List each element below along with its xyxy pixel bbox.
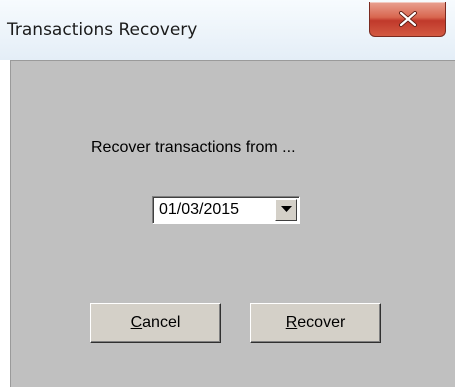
chevron-down-icon [281,206,292,212]
cancel-button-label: ancel [142,314,181,331]
cancel-button-mnemonic: C [130,314,143,331]
recover-button[interactable]: Recover [250,303,381,343]
title-bar[interactable]: Transactions Recovery [0,0,455,60]
recover-date-combobox[interactable]: 01/03/2015 [152,196,300,224]
close-button[interactable] [369,2,446,37]
close-icon [399,11,417,27]
recover-date-value: 01/03/2015 [159,201,240,218]
cancel-button[interactable]: Cancel [90,303,221,343]
transactions-recovery-window: Transactions Recovery Recover transactio… [0,0,455,387]
recover-button-mnemonic: R [285,314,298,331]
recover-button-label: ecover [297,314,346,331]
recover-prompt-label: Recover transactions from ... [91,139,296,156]
date-dropdown-button[interactable] [275,199,297,221]
window-title: Transactions Recovery [7,20,198,40]
